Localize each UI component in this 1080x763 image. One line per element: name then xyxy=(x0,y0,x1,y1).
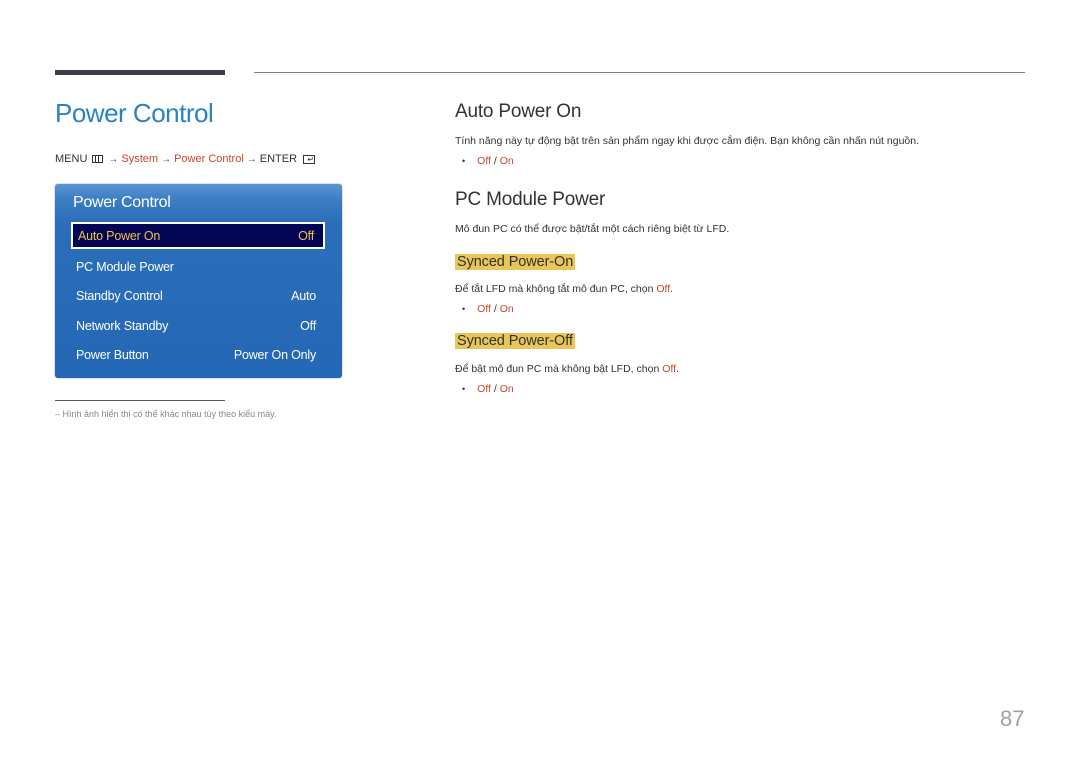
arrow-icon: → xyxy=(108,153,119,165)
option-off: Off xyxy=(477,155,491,167)
enter-icon: ↵ xyxy=(303,154,316,164)
option-separator: / xyxy=(490,303,500,315)
desc-highlight: Off xyxy=(656,283,671,295)
arrow-icon: → xyxy=(246,153,257,165)
arrow-icon: → xyxy=(161,153,172,165)
osd-item-label: Power Button xyxy=(76,347,149,362)
desc-synced-power-off: Để bật mô đun PC mà không bật LFD, chọn … xyxy=(455,363,679,375)
menu-grid-icon xyxy=(92,155,104,163)
desc-text: Để tắt LFD mà không tắt mô đun PC, chọn xyxy=(455,283,657,295)
options-synced-power-off: • Off / On xyxy=(462,383,514,395)
osd-item-value: Power On Only xyxy=(233,347,316,362)
osd-item-value: Off xyxy=(300,318,316,333)
osd-item-label: Standby Control xyxy=(76,288,163,303)
breadcrumb-power-control: Power Control xyxy=(174,153,244,165)
desc-highlight: Off xyxy=(662,363,677,375)
option-off: Off xyxy=(477,303,491,315)
option-on: On xyxy=(499,383,514,395)
osd-item-label: PC Module Power xyxy=(76,259,174,274)
osd-menu-panel: Power Control Auto Power On Off PC Modul… xyxy=(55,184,342,378)
options-auto-power-on: • Off / On xyxy=(462,155,514,167)
desc-synced-power-on: Để tắt LFD mà không tắt mô đun PC, chọn … xyxy=(455,283,673,295)
osd-item-network-standby[interactable]: Network Standby Off xyxy=(71,312,325,339)
breadcrumb-system: System xyxy=(121,153,159,165)
page-number: 87 xyxy=(1000,706,1025,731)
osd-item-value: Off xyxy=(298,228,314,243)
footnote: – Hình ảnh hiển thị có thể khác nhau tùy… xyxy=(55,409,277,419)
osd-item-standby-control[interactable]: Standby Control Auto xyxy=(71,282,325,309)
breadcrumb-menu: MENU xyxy=(55,153,88,165)
desc-auto-power-on: Tính năng này tự động bật trên sản phẩm … xyxy=(455,135,920,147)
osd-item-auto-power-on[interactable]: Auto Power On Off xyxy=(71,222,325,249)
option-separator: / xyxy=(490,383,500,395)
heading-synced-power-off: Synced Power-Off xyxy=(455,333,575,349)
option-on: On xyxy=(499,155,514,167)
page-title: Power Control xyxy=(55,98,214,128)
heading-pc-module-power: PC Module Power xyxy=(455,189,606,210)
osd-item-value: Auto xyxy=(291,288,316,303)
osd-item-pc-module-power[interactable]: PC Module Power xyxy=(71,253,325,280)
bullet-icon: • xyxy=(462,156,466,166)
option-on: On xyxy=(499,303,514,315)
breadcrumb: MENU → System → Power Control → ENTER ↵ xyxy=(55,153,316,165)
breadcrumb-enter: ENTER xyxy=(259,153,298,165)
desc-pc-module-power: Mô đun PC có thể được bật/tắt một cách r… xyxy=(455,223,730,235)
desc-text: . xyxy=(670,283,674,295)
option-separator: / xyxy=(490,155,500,167)
options-synced-power-on: • Off / On xyxy=(462,303,514,315)
desc-text: . xyxy=(676,363,679,375)
header-thin-rule xyxy=(254,72,1025,73)
heading-auto-power-on: Auto Power On xyxy=(455,101,582,122)
header-thick-rule xyxy=(55,70,225,75)
osd-item-label: Auto Power On xyxy=(78,228,161,243)
osd-item-power-button[interactable]: Power Button Power On Only xyxy=(71,341,325,368)
bullet-icon: • xyxy=(462,384,466,394)
desc-text: Để bật mô đun PC mà không bật LFD, chọn xyxy=(455,363,663,375)
bullet-icon: • xyxy=(462,304,466,314)
osd-title: Power Control xyxy=(73,194,171,211)
osd-item-label: Network Standby xyxy=(76,318,169,333)
heading-synced-power-on: Synced Power-On xyxy=(455,254,576,270)
footnote-rule xyxy=(55,400,225,401)
option-off: Off xyxy=(477,383,491,395)
